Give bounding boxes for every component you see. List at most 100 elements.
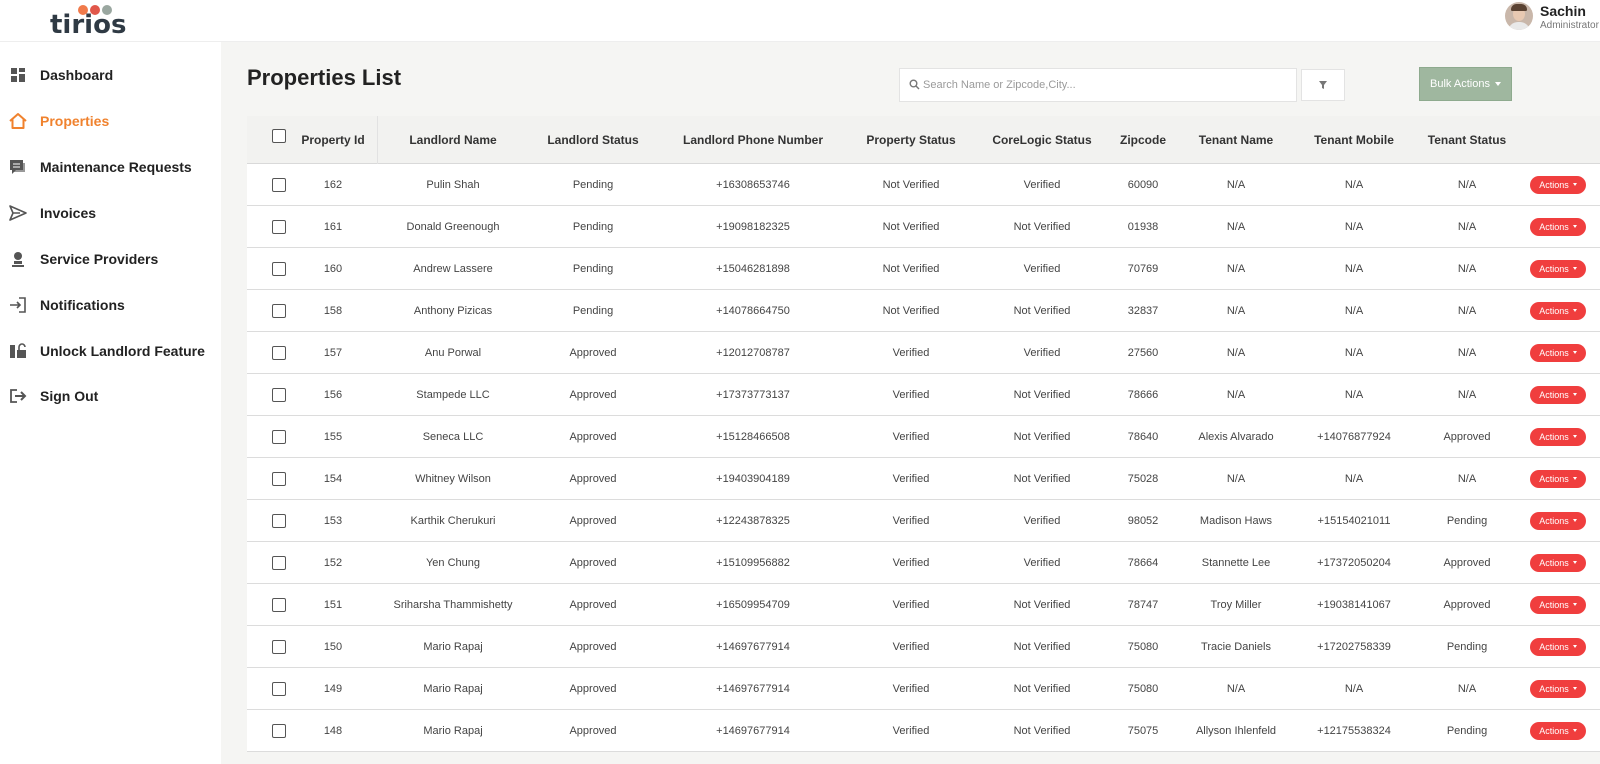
actions-label: Actions [1539,599,1569,610]
cell-property-status: Verified [892,346,930,359]
column-header-landlord-name[interactable]: Landlord Name [368,116,538,163]
properties-table: Property Id Landlord Name Landlord Status L… [247,116,1600,752]
actions-button[interactable]: Actions [1530,259,1586,278]
actions-button[interactable]: Actions [1530,427,1586,446]
actions-cell: Actions [1530,206,1586,247]
cell-landlord-name: Mario Rapaj [423,682,483,695]
user-menu[interactable]: Sachin Administrator [1505,0,1600,42]
actions-button[interactable]: Actions [1530,721,1586,740]
actions-cell: Actions [1530,710,1586,751]
chevron-down-icon [1494,82,1501,86]
cell-zipcode: 32837 [1127,304,1159,317]
column-header-corelogic-status[interactable]: CoreLogic Status [977,116,1107,163]
logo-text: tirios [50,10,127,40]
sidebar-item-unlock-landlord-feature[interactable]: Unlock Landlord Feature [0,331,221,371]
sign-out-icon [7,385,29,407]
cell-tenant-status: N/A [1457,472,1477,485]
sidebar-item-label: Invoices [40,205,97,221]
cell-tenant-mobile: N/A [1344,388,1364,401]
filter-button[interactable] [1301,69,1345,101]
search-icon [909,79,920,90]
column-header-zipcode[interactable]: Zipcode [1108,116,1178,163]
sidebar-item-invoices[interactable]: Invoices [0,193,221,233]
top-bar: tirios Sachin Administrator [0,0,1600,42]
actions-cell: Actions [1530,458,1586,499]
actions-label: Actions [1539,473,1569,484]
search-input[interactable] [923,75,1283,95]
cell-tenant-name: N/A [1226,304,1246,317]
table-row: 153 Karthik Cherukuri Approved +12243878325… [247,500,1600,542]
table-row: 162 Pulin Shah Pending +16308653746 Not Veri… [247,164,1600,206]
actions-button[interactable]: Actions [1530,637,1586,656]
cell-tenant-name: N/A [1226,178,1246,191]
sidebar-item-label: Service Providers [40,251,159,267]
cell-tenant-status: Pending [1446,640,1488,653]
sidebar-item-notifications[interactable]: Notifications [0,285,221,325]
cell-tenant-name: N/A [1226,682,1246,695]
cell-zipcode: 75080 [1127,640,1159,653]
cell-corelogic-status: Not Verified [1013,682,1071,695]
actions-button[interactable]: Actions [1530,553,1586,572]
actions-button[interactable]: Actions [1530,217,1586,236]
actions-button[interactable]: Actions [1530,175,1586,194]
table-row: 154 Whitney Wilson Approved +19403904189 Ver… [247,458,1600,500]
cell-zipcode: 70769 [1127,262,1159,275]
cell-property-status: Verified [892,514,930,527]
table-row: 160 Andrew Lassere Pending +15046281898 Not … [247,248,1600,290]
cell-landlord-phone-number: +19403904189 [716,472,790,485]
actions-button[interactable]: Actions [1530,301,1586,320]
cell-landlord-phone-number: +14697677914 [716,682,790,695]
cell-landlord-name: Yen Chung [425,556,481,569]
cell-tenant-mobile: +12175538324 [1317,724,1391,737]
sidebar-item-label: Dashboard [40,67,114,83]
cell-corelogic-status: Not Verified [1013,640,1071,653]
actions-label: Actions [1539,683,1569,694]
cell-zipcode: 75075 [1127,724,1159,737]
table-row: 156 Stampede LLC Approved +17373773137 Verif… [247,374,1600,416]
sidebar-item-label: Notifications [40,297,125,313]
cell-zipcode: 78664 [1127,556,1159,569]
column-header-property-status[interactable]: Property Status [851,116,971,163]
cell-landlord-status: Approved [569,514,617,527]
actions-button[interactable]: Actions [1530,469,1586,488]
chevron-down-icon [1572,267,1577,270]
column-header-landlord-phone-number[interactable]: Landlord Phone Number [653,116,853,163]
actions-button[interactable]: Actions [1530,385,1586,404]
avatar[interactable] [1505,2,1533,30]
sidebar-item-maintenance-requests[interactable]: Maintenance Requests [0,147,221,187]
sidebar-item-service-providers[interactable]: Service Providers [0,239,221,279]
actions-button[interactable]: Actions [1530,679,1586,698]
cell-landlord-phone-number: +12012708787 [716,346,790,359]
bulk-actions-button[interactable]: Bulk Actions [1419,67,1512,101]
cell-property-status: Verified [892,388,930,401]
actions-button[interactable]: Actions [1530,511,1586,530]
sidebar-item-dashboard[interactable]: Dashboard [0,55,221,95]
cell-tenant-mobile: N/A [1344,262,1364,275]
actions-label: Actions [1539,263,1569,274]
cell-tenant-status: N/A [1457,388,1477,401]
chevron-down-icon [1572,561,1577,564]
cell-tenant-mobile: N/A [1344,178,1364,191]
actions-button[interactable]: Actions [1530,343,1586,362]
column-header-tenant-mobile[interactable]: Tenant Mobile [1294,116,1414,163]
actions-label: Actions [1539,347,1569,358]
column-header-landlord-status[interactable]: Landlord Status [533,116,653,163]
column-header-tenant-status[interactable]: Tenant Status [1417,116,1517,163]
column-header-tenant-name[interactable]: Tenant Name [1171,116,1301,163]
sidebar-item-label: Maintenance Requests [40,159,192,175]
search-box [899,68,1297,102]
cell-tenant-status: Approved [1443,556,1491,569]
table-row: 151 Sriharsha Thammishetty Approved +165099… [247,584,1600,626]
sidebar-item-sign-out[interactable]: Sign Out [0,376,221,416]
cell-landlord-status: Approved [569,682,617,695]
sidebar-item-properties[interactable]: Properties [0,101,221,141]
cell-corelogic-status: Not Verified [1013,430,1071,443]
cell-corelogic-status: Not Verified [1013,388,1071,401]
table-row: 157 Anu Porwal Approved +12012708787 Verifie… [247,332,1600,374]
cell-tenant-name: N/A [1226,472,1246,485]
person-icon [7,248,29,270]
cell-landlord-name: Karthik Cherukuri [410,514,496,527]
chevron-down-icon [1572,309,1577,312]
actions-button[interactable]: Actions [1530,595,1586,614]
cell-tenant-status: Approved [1443,598,1491,611]
